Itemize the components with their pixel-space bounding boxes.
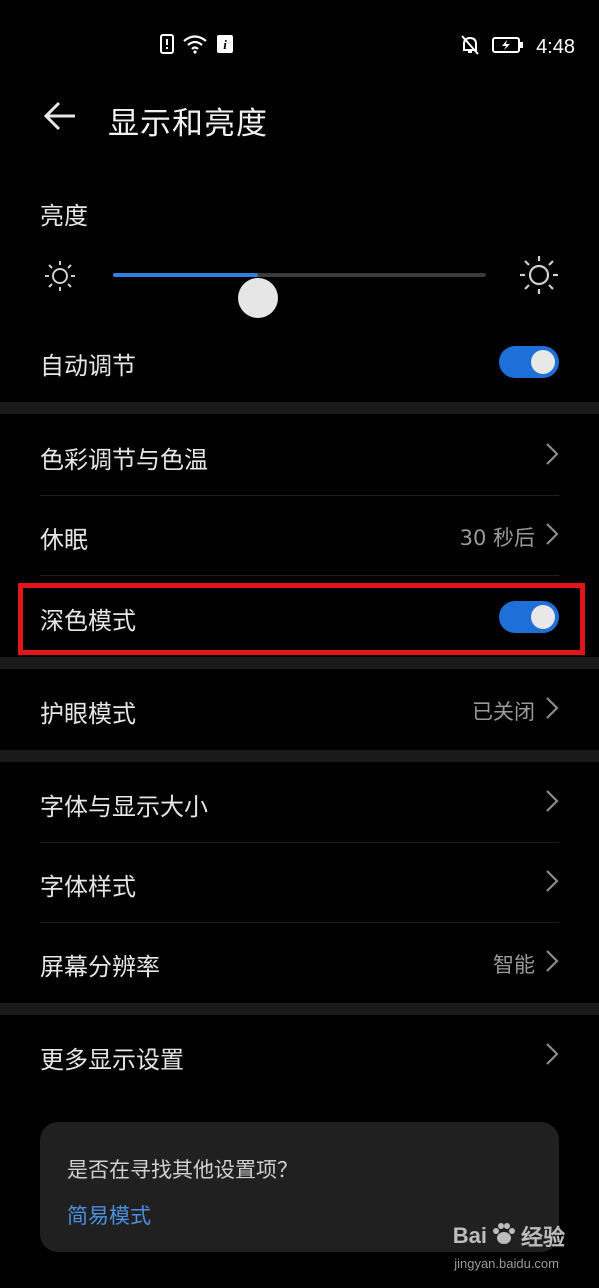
- font-size-label: 字体与显示大小: [40, 793, 208, 821]
- chevron-right-icon: [545, 789, 559, 817]
- highlight-annotation: [18, 583, 585, 655]
- chevron-right-icon: [545, 696, 559, 724]
- arrow-left-icon: [43, 101, 77, 135]
- paw-icon: [491, 1222, 517, 1250]
- wifi-icon: [182, 34, 208, 58]
- chevron-right-icon: [545, 1042, 559, 1070]
- divider: [40, 575, 559, 576]
- auto-adjust-toggle[interactable]: [499, 346, 559, 378]
- sim-alert-icon: [160, 34, 174, 58]
- chevron-right-icon: [545, 442, 559, 470]
- watermark-url: jingyan.baidu.com: [454, 1256, 559, 1271]
- bell-muted-icon: [460, 34, 480, 60]
- battery-charging-icon: [492, 36, 524, 58]
- chevron-right-icon: [545, 522, 559, 550]
- brightness-slider-fill: [113, 273, 258, 277]
- page-title: 显示和亮度: [108, 106, 268, 142]
- status-icons-right: 4:48: [460, 34, 575, 60]
- sleep-value: 30 秒后: [459, 526, 535, 550]
- chevron-right-icon: [545, 949, 559, 977]
- resolution-label: 屏幕分辨率: [40, 953, 160, 981]
- baidu-watermark: Bai 经验: [453, 1220, 565, 1252]
- sun-small-icon: [42, 258, 78, 298]
- back-button[interactable]: [38, 96, 82, 140]
- info-icon: i: [216, 34, 234, 58]
- resolution-value: 智能: [493, 953, 535, 977]
- auto-adjust-label: 自动调节: [40, 352, 136, 380]
- color-temp-row[interactable]: 色彩调节与色温: [0, 416, 599, 496]
- eye-comfort-row[interactable]: 护眼模式 已关闭: [0, 670, 599, 750]
- status-time: 4:48: [536, 35, 575, 58]
- suggestion-question: 是否在寻找其他设置项？: [67, 1158, 298, 1182]
- eye-comfort-label: 护眼模式: [40, 700, 136, 728]
- header: 显示和亮度: [0, 90, 599, 150]
- resolution-row[interactable]: 屏幕分辨率 智能: [0, 923, 599, 1003]
- color-temp-label: 色彩调节与色温: [40, 446, 208, 474]
- eye-comfort-value: 已关闭: [472, 700, 535, 724]
- status-icons-left: i: [160, 34, 234, 58]
- more-display-label: 更多显示设置: [40, 1046, 184, 1074]
- section-gap: [0, 1003, 599, 1015]
- status-bar: i 4:48: [0, 0, 599, 90]
- chevron-right-icon: [545, 869, 559, 897]
- sleep-row[interactable]: 休眠 30 秒后: [0, 496, 599, 576]
- watermark-brand-right: 经验: [520, 1225, 565, 1250]
- section-gap: [0, 657, 599, 669]
- brightness-slider-thumb[interactable]: [238, 278, 278, 318]
- font-style-label: 字体样式: [40, 873, 136, 901]
- sleep-label: 休眠: [40, 526, 88, 554]
- font-style-row[interactable]: 字体样式: [0, 843, 599, 923]
- brightness-slider[interactable]: [113, 273, 486, 318]
- brightness-slider-row: [0, 250, 599, 318]
- watermark-brand-left: Bai: [452, 1223, 487, 1248]
- toggle-knob: [531, 350, 555, 374]
- section-gap: [0, 750, 599, 762]
- section-gap: [0, 402, 599, 414]
- brightness-label: 亮度: [40, 202, 88, 230]
- sun-large-icon: [518, 254, 560, 300]
- font-size-row[interactable]: 字体与显示大小: [0, 763, 599, 843]
- more-display-row[interactable]: 更多显示设置: [0, 1016, 599, 1096]
- svg-text:i: i: [223, 37, 227, 52]
- auto-adjust-row[interactable]: 自动调节: [0, 322, 599, 402]
- simple-mode-link[interactable]: 简易模式: [67, 1200, 151, 1230]
